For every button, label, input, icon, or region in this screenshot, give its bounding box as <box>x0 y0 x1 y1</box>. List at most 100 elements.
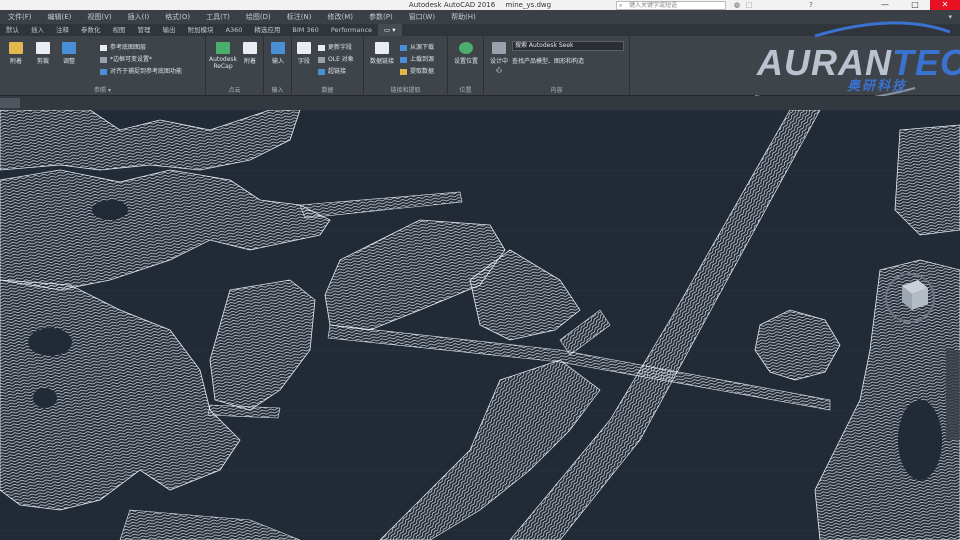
menu-draw[interactable]: 绘图(D) <box>238 12 279 22</box>
tab-output[interactable]: 输出 <box>157 24 182 36</box>
import-button[interactable]: 输入 <box>268 42 288 65</box>
ole-object-button[interactable]: OLE 对象 <box>318 54 354 63</box>
navigation-bar[interactable] <box>946 350 960 440</box>
clip-icon <box>36 42 50 54</box>
data-link-icon <box>375 42 389 54</box>
field-icon <box>297 42 311 54</box>
tab-performance[interactable]: Performance <box>325 24 378 36</box>
panel-data: 字段 更新字段 OLE 对象 超链接 数据 <box>292 36 364 96</box>
cloud-attach-icon <box>243 42 257 54</box>
update-fields-button[interactable]: 更新字段 <box>318 42 352 51</box>
menu-dimension[interactable]: 标注(N) <box>279 12 320 22</box>
menu-insert[interactable]: 插入(I) <box>120 12 158 22</box>
globe-icon <box>459 42 473 54</box>
menu-tools[interactable]: 工具(T) <box>198 12 238 22</box>
panel-point-cloud-label: 点云 <box>228 87 241 94</box>
panel-link-extract-label: 链接和提取 <box>390 87 421 94</box>
aurantech-logo: AURANTECH 奥研科技 <box>745 18 960 100</box>
field-button[interactable]: 字段 <box>294 42 314 65</box>
upload-icon <box>400 56 407 63</box>
underlay-layers-button[interactable]: 参考底图图层 <box>100 42 146 51</box>
hyperlink-button[interactable]: 超链接 <box>318 66 346 75</box>
menu-edit[interactable]: 编辑(E) <box>40 12 80 22</box>
tab-insert[interactable]: 插入 <box>25 24 50 36</box>
hyperlink-icon <box>318 68 325 75</box>
help-icon[interactable]: ? <box>806 0 816 10</box>
menu-file[interactable]: 文件(F) <box>0 12 40 22</box>
search-icon: ⌕ <box>619 2 623 9</box>
download-from-source-button[interactable]: 从源下载 <box>400 42 434 51</box>
menu-parametric[interactable]: 参数(P) <box>361 12 401 22</box>
clip-button[interactable]: 剪裁 <box>32 42 54 65</box>
set-location-button[interactable]: 设置位置 <box>452 42 480 65</box>
panel-import-label: 输入 <box>271 87 284 94</box>
maximize-icon[interactable]: □ <box>900 0 930 10</box>
extract-data-button[interactable]: 提取数据 <box>400 66 434 75</box>
recap-button[interactable]: Autodesk ReCap <box>208 42 238 70</box>
wireframe-mine-model <box>0 110 960 540</box>
tab-panel-toggle[interactable]: ▭ ▾ <box>378 24 402 36</box>
adjust-icon <box>62 42 76 54</box>
panel-reference-label[interactable]: 参照 ▾ <box>0 85 205 94</box>
minimize-icon[interactable]: — <box>870 0 900 10</box>
download-icon <box>400 44 407 51</box>
tab-bim360[interactable]: BIM 360 <box>286 24 324 36</box>
update-fields-icon <box>318 44 325 51</box>
layers-icon <box>100 44 107 51</box>
menu-window[interactable]: 窗口(W) <box>401 12 443 22</box>
viewcube-icon <box>885 273 935 323</box>
tab-default[interactable]: 默认 <box>0 24 25 36</box>
frame-setting-dropdown[interactable]: *边框可变设置* <box>100 54 152 63</box>
panel-content: 设计中心 搜索 Autodesk Seek 查找产品模型、图形和构造 内容 <box>484 36 630 96</box>
data-link-button[interactable]: 数据链接 <box>368 42 396 65</box>
find-models-link[interactable]: 查找产品模型、图形和构造 <box>512 56 584 65</box>
window-title: Autodesk AutoCAD 2016 mine_ys.dwg <box>0 1 960 9</box>
extract-icon <box>400 68 407 75</box>
menu-modify[interactable]: 修改(M) <box>319 12 361 22</box>
import-icon <box>271 42 285 54</box>
pointcloud-attach-button[interactable]: 附着 <box>240 42 260 65</box>
drawing-viewport[interactable] <box>0 110 960 540</box>
tab-annotate[interactable]: 注释 <box>50 24 75 36</box>
menu-help[interactable]: 帮助(H) <box>443 12 484 22</box>
menu-view[interactable]: 视图(V) <box>79 12 119 22</box>
snap-underlay-button[interactable]: 对齐于捕捉到参考底图功能 <box>100 66 182 75</box>
exchange-icon[interactable]: ⬚ <box>744 0 754 10</box>
panel-point-cloud: Autodesk ReCap 附着 点云 <box>206 36 264 96</box>
user-icon[interactable]: ◍ <box>732 0 742 10</box>
tab-a360[interactable]: A360 <box>220 24 249 36</box>
adjust-button[interactable]: 调整 <box>58 42 80 65</box>
panel-link-extract: 数据链接 从源下载 上载到源 提取数据 链接和提取 <box>364 36 448 96</box>
logo-brand-cn: 奥研科技 <box>847 79 908 94</box>
search-input[interactable]: ⌕ 键入关键字或短语 <box>616 1 726 10</box>
file-tab[interactable] <box>0 98 20 108</box>
title-bar: Autodesk AutoCAD 2016 mine_ys.dwg ⌕ 键入关键… <box>0 0 960 10</box>
panel-location-label: 位置 <box>459 87 472 94</box>
menu-format[interactable]: 格式(O) <box>157 12 198 22</box>
file-tab-strip <box>0 96 960 110</box>
tab-parametric[interactable]: 参数化 <box>75 24 107 36</box>
attach-button[interactable]: 附着 <box>6 42 26 65</box>
tab-featured-apps[interactable]: 精选应用 <box>248 24 286 36</box>
panel-location: 设置位置 位置 <box>448 36 484 96</box>
panel-content-label: 内容 <box>550 87 563 94</box>
upload-to-source-button[interactable]: 上载到源 <box>400 54 434 63</box>
frame-icon <box>100 56 107 63</box>
design-center-icon <box>492 42 506 54</box>
panel-data-label: 数据 <box>321 87 334 94</box>
viewcube[interactable] <box>882 250 942 330</box>
seek-search-input[interactable]: 搜索 Autodesk Seek <box>512 41 624 51</box>
recap-icon <box>216 42 230 54</box>
app-name: Autodesk AutoCAD 2016 <box>408 1 496 9</box>
attach-icon <box>9 42 23 54</box>
snap-icon <box>100 68 107 75</box>
tab-addins[interactable]: 附加模块 <box>182 24 220 36</box>
ole-icon <box>318 56 325 63</box>
panel-reference: 附着 剪裁 调整 参考底图图层 *边框可变设置* 对齐于捕捉到参考底图功能 参照… <box>0 36 206 96</box>
panel-import: 输入 输入 <box>264 36 292 96</box>
tab-manage[interactable]: 管理 <box>132 24 157 36</box>
tab-view[interactable]: 视图 <box>107 24 132 36</box>
file-name: mine_ys.dwg <box>505 1 552 9</box>
design-center-button[interactable]: 设计中心 <box>488 42 510 74</box>
close-icon[interactable]: ✕ <box>930 0 960 10</box>
